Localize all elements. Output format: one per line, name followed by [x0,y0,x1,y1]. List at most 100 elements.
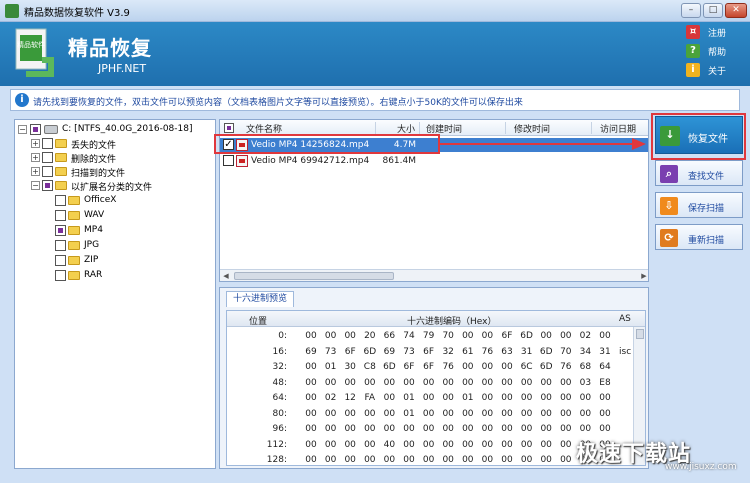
hex-byte[interactable]: 00 [381,393,397,403]
hex-byte[interactable]: 79 [421,331,437,341]
hex-byte[interactable]: 00 [460,440,476,450]
hex-byte[interactable]: 00 [421,409,437,419]
hex-byte[interactable]: 6F [342,347,358,357]
horizontal-scrollbar[interactable]: ◀ ▶ [220,269,648,281]
hex-byte[interactable]: 76 [440,362,456,372]
hex-byte[interactable]: 70 [558,347,574,357]
hex-byte[interactable]: 00 [577,409,593,419]
hex-byte[interactable]: 6F [421,362,437,372]
tree-checkbox[interactable] [55,195,66,206]
tree-root[interactable]: − C: [NTFS_40.0G_2016-08-18] [18,123,214,136]
restore-button[interactable]: □ [703,3,723,18]
hex-byte[interactable]: 00 [499,393,515,403]
column-modified[interactable]: 修改时间 [506,122,592,135]
hex-byte[interactable]: 00 [323,331,339,341]
hex-byte[interactable]: 01 [323,362,339,372]
tab-hex-preview[interactable]: 十六进制预览 [226,291,294,307]
hex-row[interactable]: 16: 69 73 6F 6D 69 73 6F 32 61 76 63 31 6D 70 34 31 isc [227,345,632,360]
hex-byte[interactable]: 00 [558,393,574,403]
close-button[interactable]: ✕ [725,3,747,18]
hex-byte[interactable]: 00 [479,455,495,465]
hex-byte[interactable]: 00 [362,455,378,465]
tree-checkbox[interactable] [30,124,41,135]
hex-byte[interactable]: 00 [381,409,397,419]
hex-byte[interactable]: 00 [440,378,456,388]
hex-byte[interactable]: 6F [401,362,417,372]
hex-byte[interactable]: 00 [499,455,515,465]
hex-byte[interactable]: C8 [362,362,378,372]
hex-byte[interactable]: 00 [479,362,495,372]
hex-byte[interactable]: 73 [323,347,339,357]
hex-byte[interactable]: 00 [558,409,574,419]
about-link[interactable]: i 关于 [686,62,746,81]
hex-byte[interactable]: 00 [303,424,319,434]
hex-byte[interactable]: 69 [303,347,319,357]
hex-byte[interactable]: 00 [362,378,378,388]
column-size[interactable]: 大小 [376,122,420,135]
column-name[interactable]: 文件名称 [240,122,376,135]
tree-item-deleted[interactable]: + 删除的文件 [31,151,211,165]
column-created[interactable]: 创建时间 [420,122,506,135]
hex-byte[interactable]: 00 [440,424,456,434]
hex-byte[interactable]: 73 [401,347,417,357]
hex-byte[interactable]: 00 [440,409,456,419]
hex-byte[interactable]: 12 [342,393,358,403]
hex-row[interactable]: 32: 00 01 30 C8 6D 6F 6F 76 00 00 00 6C 6D 76 68 64 [227,360,631,375]
hex-byte[interactable]: 00 [499,440,515,450]
collapse-toggle[interactable]: − [31,181,40,190]
hex-byte[interactable]: 00 [577,424,593,434]
hex-byte[interactable]: 00 [519,378,535,388]
file-checkbox[interactable] [223,155,234,166]
hex-byte[interactable]: 00 [362,409,378,419]
hex-byte[interactable]: 00 [460,378,476,388]
hex-byte[interactable]: 31 [597,347,613,357]
tree-item-officex[interactable]: OfficeX [55,194,205,207]
hex-byte[interactable]: 00 [362,440,378,450]
register-link[interactable]: ¤ 注册 [686,24,746,43]
tree-item-by-extension[interactable]: − 以扩展名分类的文件 [31,179,211,193]
hex-byte[interactable]: 6D [519,331,535,341]
scroll-left-icon[interactable]: ◀ [221,271,231,281]
tree-checkbox[interactable] [55,270,66,281]
hex-row[interactable]: 80: 00 00 00 00 00 01 00 00 00 00 00 00 00 00 00 00 [227,407,631,422]
tree-checkbox[interactable] [55,210,66,221]
hex-byte[interactable]: 00 [401,455,417,465]
hex-byte[interactable]: 00 [558,331,574,341]
minimize-button[interactable]: – [681,3,701,18]
scroll-thumb[interactable] [636,329,644,339]
hex-byte[interactable]: 00 [303,455,319,465]
hex-byte[interactable]: 00 [558,424,574,434]
hex-row[interactable]: 0: 00 00 00 20 66 74 79 70 00 00 6F 6D 00 00 02 00 [227,329,631,344]
folder-tree[interactable]: − C: [NTFS_40.0G_2016-08-18] + 丢失的文件 + 删… [14,119,216,469]
hex-byte[interactable]: 00 [440,440,456,450]
hex-byte[interactable]: 64 [597,362,613,372]
hex-byte[interactable]: 66 [381,331,397,341]
hex-byte[interactable]: 00 [538,424,554,434]
hex-byte[interactable]: 74 [401,331,417,341]
hex-byte[interactable]: 00 [519,393,535,403]
hex-byte[interactable]: 00 [342,378,358,388]
hex-byte[interactable]: 00 [323,378,339,388]
hex-byte[interactable]: 00 [303,409,319,419]
hex-byte[interactable]: 00 [303,362,319,372]
scroll-thumb[interactable] [234,272,394,280]
hex-byte[interactable]: 00 [538,440,554,450]
hex-byte[interactable]: 00 [558,455,574,465]
hex-byte[interactable]: 69 [381,347,397,357]
hex-byte[interactable]: 20 [362,331,378,341]
hex-byte[interactable]: 00 [381,424,397,434]
hex-byte[interactable]: 00 [558,440,574,450]
hex-byte[interactable]: 00 [499,424,515,434]
find-file-button[interactable]: ⌕ 查找文件 [655,160,743,186]
hex-byte[interactable]: 32 [440,347,456,357]
hex-byte[interactable]: 00 [479,393,495,403]
tree-checkbox[interactable] [55,225,66,236]
hex-byte[interactable]: 6C [519,362,535,372]
hex-byte[interactable]: 00 [342,455,358,465]
hex-byte[interactable]: 00 [421,378,437,388]
hex-byte[interactable]: 00 [597,424,613,434]
hex-row[interactable]: 128: 00 00 00 00 00 00 00 00 00 00 00 00 00 00 00 00 [227,453,631,465]
rescan-button[interactable]: ⟳ 重新扫描 [655,224,743,250]
help-link[interactable]: ? 帮助 [686,43,746,62]
hex-byte[interactable]: 00 [323,409,339,419]
